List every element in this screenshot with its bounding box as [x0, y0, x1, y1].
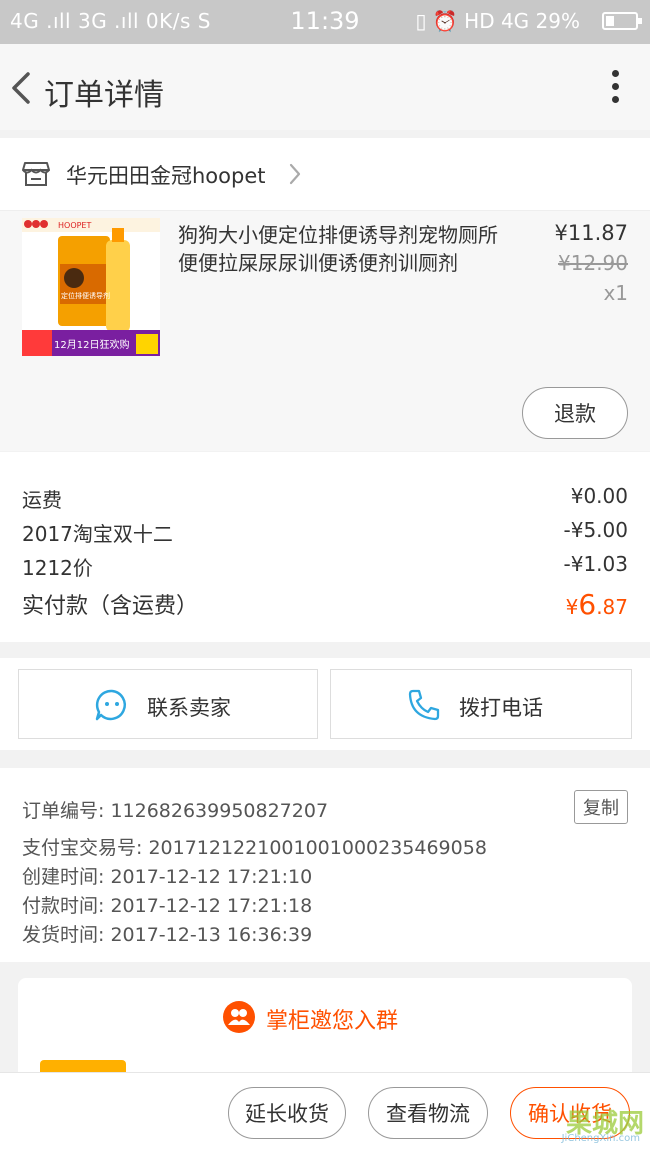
product-price: ¥11.87	[554, 221, 628, 245]
paid-row: 实付款（含运费） ¥6.87	[22, 588, 628, 628]
paid-label: 实付款（含运费）	[22, 594, 199, 619]
status-bar: 4G .ıll 3G .ıll 0K/s S 11:39 ▯ ⏰ HD 4G 2…	[0, 0, 650, 44]
alipay-number: 支付宝交易号: 2017121221001001000235469058	[22, 837, 487, 859]
contact-seller-button[interactable]: 联系卖家	[18, 669, 318, 739]
shipping-value: ¥0.00	[570, 484, 628, 508]
status-network: ▯ ⏰ HD 4G 29%	[415, 9, 580, 33]
group-icon	[223, 1001, 255, 1033]
order-info: 订单编号: 112682639950827207 复制 支付宝交易号: 2017…	[0, 768, 650, 962]
extend-receipt-button[interactable]: 延长收货	[228, 1087, 346, 1139]
contact-bar: 联系卖家 拨打电话	[0, 658, 650, 750]
shipped-time: 发货时间: 2017-12-13 16:36:39	[22, 924, 313, 946]
product-image-banner: 12月12日狂欢购	[54, 338, 129, 351]
discount-row: 2017淘宝双十二 -¥5.00	[22, 518, 628, 552]
battery-icon	[602, 12, 642, 30]
view-logistics-button[interactable]: 查看物流	[368, 1087, 488, 1139]
shipping-row: 运费 ¥0.00	[22, 484, 628, 518]
discount-label: 2017淘宝双十二	[22, 522, 173, 546]
call-label: 拨打电话	[459, 696, 543, 720]
contact-seller-label: 联系卖家	[147, 696, 231, 720]
product-item[interactable]: HOOPET 定位排便诱导剂 12月12日狂欢购 狗狗大小便定位排便诱导剂宠物厕…	[0, 211, 650, 451]
promo-price-value: -¥1.03	[563, 552, 628, 576]
refund-button[interactable]: 退款	[522, 387, 628, 439]
chevron-right-icon	[289, 163, 301, 185]
paid-time: 付款时间: 2017-12-12 17:21:18	[22, 895, 313, 917]
phone-icon	[408, 689, 440, 721]
price-summary: 运费 ¥0.00 2017淘宝双十二 -¥5.00 1212价 -¥1.03 实…	[0, 452, 650, 642]
paid-amount: ¥6.87	[565, 588, 628, 621]
product-title[interactable]: 狗狗大小便定位排便诱导剂宠物厕所便便拉屎尿尿训便诱便剂训厕剂	[178, 221, 508, 277]
product-image[interactable]: HOOPET 定位排便诱导剂 12月12日狂欢购	[22, 218, 160, 356]
created-time: 创建时间: 2017-12-12 17:21:10	[22, 866, 313, 888]
alarm-icon: ⏰	[432, 9, 458, 33]
call-button[interactable]: 拨打电话	[330, 669, 632, 739]
group-invite-title: 掌柜邀您入群	[266, 1009, 399, 1034]
chat-bubble-icon	[95, 689, 126, 721]
store-icon	[22, 162, 50, 186]
product-brand: HOOPET	[58, 221, 91, 230]
copy-button[interactable]: 复制	[574, 790, 628, 824]
product-original-price: ¥12.90	[558, 251, 628, 275]
watermark-url: JiChengXin.com	[561, 1133, 640, 1144]
title-bar: 订单详情	[0, 44, 650, 130]
shop-header[interactable]: 华元田田金冠hoopet	[0, 138, 650, 211]
shipping-label: 运费	[22, 488, 62, 512]
promo-price-label: 1212价	[22, 556, 93, 580]
product-image-caption: 定位排便诱导剂	[61, 291, 110, 300]
order-number: 订单编号: 112682639950827207	[22, 800, 329, 822]
bottom-action-bar: 延长收货 查看物流 确认收货 果城网 JiChengXin.com	[0, 1072, 650, 1156]
vibrate-icon: ▯	[415, 9, 427, 33]
discount-value: -¥5.00	[563, 518, 628, 542]
back-arrow-icon[interactable]	[6, 66, 40, 110]
page-title: 订单详情	[44, 78, 164, 113]
shop-name[interactable]: 华元田田金冠hoopet	[66, 160, 266, 190]
product-quantity: x1	[603, 281, 628, 305]
promo-price-row: 1212价 -¥1.03	[22, 552, 628, 586]
more-menu-icon[interactable]	[610, 70, 620, 106]
